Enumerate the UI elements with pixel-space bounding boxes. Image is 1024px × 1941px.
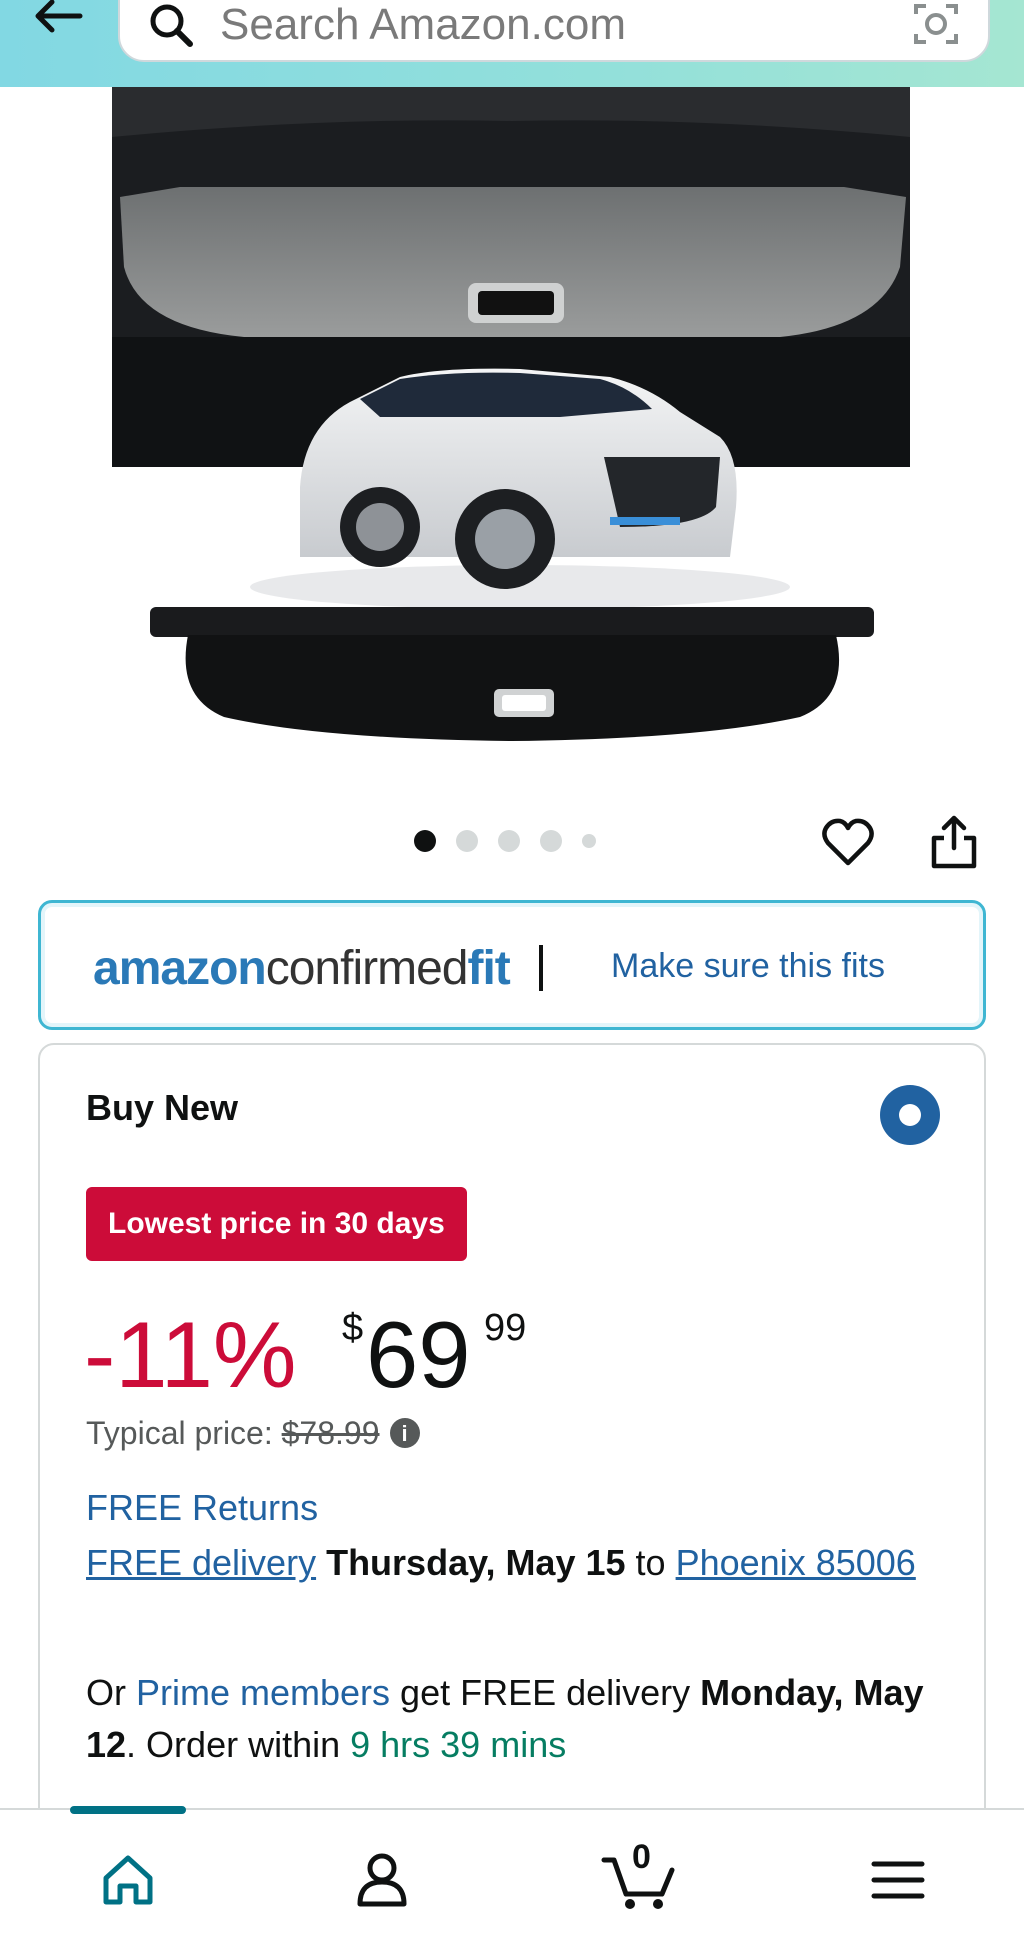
buy-new-box: Buy New Lowest price in 30 days -11% $ 6… — [38, 1043, 986, 1883]
search-placeholder: Search Amazon.com — [220, 0, 626, 49]
confirmed-fit-logo: amazonconfirmedfit — [93, 941, 511, 996]
person-icon — [357, 1853, 407, 1907]
logo-fit-text: fit — [467, 942, 510, 995]
free-delivery-link[interactable]: FREE delivery — [86, 1542, 316, 1583]
logo-confirmed-text: confirmed — [265, 942, 469, 995]
cart-count: 0 — [632, 1838, 651, 1876]
active-tab-indicator — [70, 1806, 186, 1814]
delivery-to-text: to — [635, 1542, 666, 1583]
confirmed-fit-banner[interactable]: amazonconfirmedfit Make sure this fits — [38, 900, 986, 1030]
delivery-info: FREE delivery Thursday, May 15 to Phoeni… — [86, 1537, 946, 1589]
arrow-left-icon — [35, 0, 83, 33]
prime-members-link[interactable]: Prime members — [136, 1672, 390, 1713]
search-input[interactable]: Search Amazon.com — [118, 0, 990, 62]
logo-amazon-text: amazon — [93, 942, 267, 995]
nav-menu[interactable] — [866, 1848, 930, 1912]
nav-account[interactable] — [350, 1848, 414, 1912]
typical-price: Typical price: $78.99 — [86, 1415, 420, 1452]
carousel-dot[interactable] — [540, 830, 562, 852]
typical-price-value: $78.99 — [281, 1415, 380, 1451]
prime-middle-text: get FREE delivery — [390, 1672, 701, 1713]
bottom-nav-bar: 0 — [0, 1806, 1024, 1941]
carousel-dot[interactable] — [498, 830, 520, 852]
delivery-location-link[interactable]: Phoenix 85006 — [676, 1542, 916, 1583]
discount-percent: -11% — [84, 1302, 297, 1407]
free-returns-link[interactable]: FREE Returns — [86, 1487, 318, 1529]
menu-icon — [871, 1861, 925, 1899]
search-icon — [150, 4, 193, 47]
header-bar: Search Amazon.com — [0, 0, 1024, 87]
back-button[interactable] — [28, 0, 88, 46]
prime-prefix: Or — [86, 1672, 136, 1713]
delivery-date: Thursday, May 15 — [326, 1542, 626, 1583]
deal-badge: Lowest price in 30 days — [86, 1187, 467, 1261]
wishlist-button[interactable] — [820, 815, 876, 871]
carousel-dot[interactable] — [456, 830, 478, 852]
order-within-text: . Order within — [126, 1724, 351, 1765]
home-icon — [103, 1855, 153, 1905]
price-whole: 69 — [366, 1302, 471, 1407]
carousel-dot-active[interactable] — [414, 830, 436, 852]
fit-divider — [539, 945, 543, 991]
image-carousel-dots[interactable] — [414, 828, 596, 854]
buy-new-title: Buy New — [86, 1087, 239, 1128]
buy-new-radio[interactable] — [880, 1085, 940, 1145]
share-button[interactable] — [926, 812, 982, 872]
price-fraction: 99 — [484, 1307, 527, 1349]
heart-icon — [822, 818, 874, 866]
nav-home[interactable] — [96, 1848, 160, 1912]
share-icon — [931, 815, 977, 869]
camera-icon[interactable] — [910, 0, 962, 50]
make-sure-fits-link[interactable]: Make sure this fits — [611, 947, 885, 986]
carousel-dot[interactable] — [582, 834, 596, 848]
prime-delivery-info: Or Prime members get FREE delivery Monda… — [86, 1667, 966, 1771]
typical-price-label: Typical price: — [86, 1415, 282, 1451]
info-icon[interactable] — [389, 1417, 420, 1448]
order-countdown: 9 hrs 39 mins — [350, 1724, 567, 1765]
product-image[interactable] — [0, 87, 1024, 767]
price-currency: $ — [342, 1307, 364, 1349]
